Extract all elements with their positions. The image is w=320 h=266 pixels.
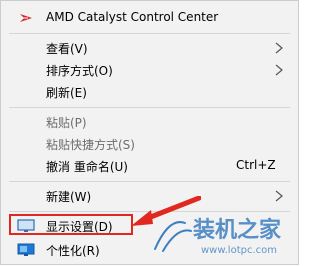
- menu-item-refresh[interactable]: 刷新(E): [2, 81, 297, 103]
- menu-item-label: 粘贴快捷方式(S): [46, 138, 135, 152]
- amd-logo-icon: [16, 10, 36, 26]
- menu-item-label: 撤消 重命名(U): [46, 160, 128, 174]
- menu-separator: [9, 33, 290, 34]
- menu-item-paste-shortcut[interactable]: 粘贴快捷方式(S): [2, 133, 297, 155]
- chevron-right-icon: [275, 42, 283, 54]
- chevron-right-icon: [275, 190, 283, 202]
- menu-item-amd-catalyst[interactable]: AMD Catalyst Control Center: [2, 7, 297, 29]
- menu-item-undo-rename[interactable]: 撤消 重命名(U) Ctrl+Z: [2, 155, 297, 177]
- menu-item-label: 新建(W): [46, 190, 92, 204]
- menu-item-label: 排序方式(O): [46, 64, 113, 78]
- highlight-box: [9, 214, 133, 235]
- menu-item-label: 刷新(E): [46, 86, 87, 100]
- watermark-title: 装机之家: [193, 217, 282, 243]
- menu-item-label: AMD Catalyst Control Center: [46, 10, 219, 24]
- watermark-logo: 装机之家 www.lotpc.com: [154, 217, 282, 256]
- menu-item-shortcut: Ctrl+Z: [236, 158, 276, 172]
- menu-item-label: 粘贴(P): [46, 116, 87, 130]
- menu-separator: [9, 107, 290, 108]
- watermark-url: www.lotpc.com: [201, 245, 277, 256]
- menu-item-label: 查看(V): [46, 42, 88, 56]
- desktop-context-menu: AMD Catalyst Control Center 查看(V) 排序方式(O…: [0, 0, 299, 265]
- menu-item-sort-by[interactable]: 排序方式(O): [2, 59, 297, 81]
- menu-separator: [9, 181, 290, 182]
- chevron-right-icon: [275, 64, 283, 76]
- menu-item-label: 个性化(R): [46, 244, 100, 258]
- menu-item-view[interactable]: 查看(V): [2, 37, 297, 59]
- personalize-icon: [16, 242, 36, 258]
- menu-item-paste[interactable]: 粘贴(P): [2, 111, 297, 133]
